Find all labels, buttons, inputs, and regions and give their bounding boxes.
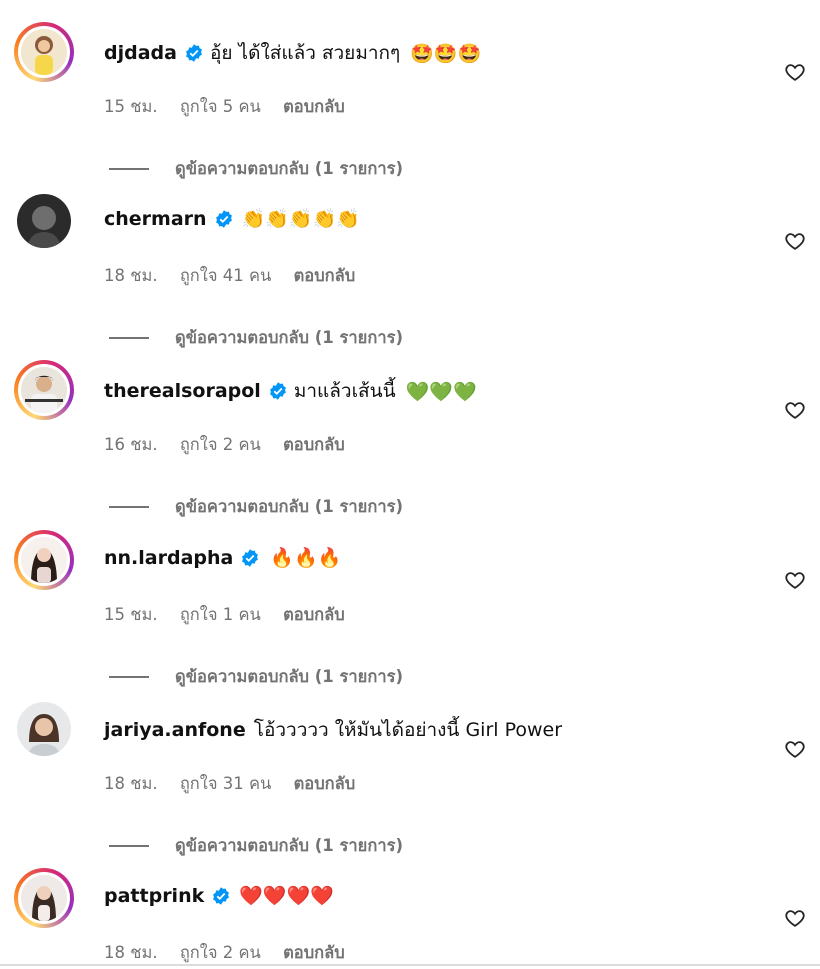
view-replies-label: ดูข้อความตอบกลับ (1 รายการ) [175, 836, 403, 855]
like-count[interactable]: ถูกใจ 1 คน [180, 605, 261, 624]
username[interactable]: therealsorapol [104, 380, 261, 402]
reply-button[interactable]: ตอบกลับ [283, 97, 345, 116]
heart-outline-icon[interactable] [784, 61, 806, 83]
heart-outline-icon[interactable] [784, 399, 806, 421]
comment-emoji: 🤩🤩🤩 [410, 42, 482, 65]
heart-outline-icon[interactable] [784, 569, 806, 591]
timestamp[interactable]: 18 ชม. [104, 266, 158, 285]
divider [109, 168, 149, 170]
like-count[interactable]: ถูกใจ 41 คน [180, 266, 272, 285]
view-replies-label: ดูข้อความตอบกลับ (1 รายการ) [175, 328, 403, 347]
avatar[interactable] [14, 699, 74, 759]
comment-item: jariya.anfone โอ้ววววว ให้มันได้อย่างนี้… [0, 693, 820, 862]
avatar[interactable] [14, 530, 74, 590]
comment-text: มาแล้วเส้นนี้ [293, 380, 396, 402]
username[interactable]: pattprink [104, 885, 204, 907]
username[interactable]: chermarn [104, 208, 207, 230]
like-count[interactable]: ถูกใจ 31 คน [180, 774, 272, 793]
timestamp[interactable]: 18 ชม. [104, 774, 158, 793]
heart-outline-icon[interactable] [784, 907, 806, 929]
heart-outline-icon[interactable] [784, 738, 806, 760]
like-count[interactable]: ถูกใจ 5 คน [180, 97, 261, 116]
heart-outline-icon[interactable] [784, 230, 806, 252]
reply-button[interactable]: ตอบกลับ [283, 943, 345, 962]
timestamp[interactable]: 16 ชม. [104, 435, 158, 454]
username[interactable]: jariya.anfone [104, 719, 246, 741]
reply-button[interactable]: ตอบกลับ [294, 266, 356, 285]
like-count[interactable]: ถูกใจ 2 คน [180, 943, 261, 962]
divider [109, 506, 149, 508]
divider [109, 845, 149, 847]
reply-button[interactable]: ตอบกลับ [283, 435, 345, 454]
timestamp[interactable]: 18 ชม. [104, 943, 158, 962]
view-replies-label: ดูข้อความตอบกลับ (1 รายการ) [175, 159, 403, 178]
comment-emoji: ❤️❤️❤️❤️ [239, 885, 334, 907]
view-replies-button[interactable]: ดูข้อความตอบกลับ (1 รายการ) [109, 833, 403, 859]
username[interactable]: nn.lardapha [104, 547, 233, 569]
like-count[interactable]: ถูกใจ 2 คน [180, 435, 261, 454]
verified-badge-icon [184, 43, 204, 63]
bottom-divider [0, 964, 820, 966]
comment-emoji: 👏👏👏👏👏 [241, 208, 360, 230]
view-replies-label: ดูข้อความตอบกลับ (1 รายการ) [175, 497, 403, 516]
comment-item: pattprink ❤️❤️❤️❤️ 18 ชม. ถูกใจ 2 คน ตอบ… [0, 862, 820, 969]
timestamp[interactable]: 15 ชม. [104, 97, 158, 116]
avatar[interactable] [14, 360, 74, 420]
avatar[interactable] [14, 868, 74, 928]
view-replies-button[interactable]: ดูข้อความตอบกลับ (1 รายการ) [109, 156, 403, 182]
comment-emoji: 💚💚💚 [405, 380, 477, 403]
avatar[interactable] [14, 191, 74, 251]
comment-item: djdada อุ้ย ได้ใส่แล้ว สวยมากๆ 🤩🤩🤩 15 ชม… [0, 16, 820, 185]
timestamp[interactable]: 15 ชม. [104, 605, 158, 624]
comment-item: therealsorapol มาแล้วเส้นนี้ 💚💚💚 16 ชม. … [0, 354, 820, 523]
view-replies-label: ดูข้อความตอบกลับ (1 รายการ) [175, 667, 403, 686]
verified-badge-icon [214, 209, 234, 229]
reply-button[interactable]: ตอบกลับ [294, 774, 356, 793]
comment-item: chermarn 👏👏👏👏👏 18 ชม. ถูกใจ 41 คน ตอบกลั… [0, 185, 820, 354]
avatar[interactable] [14, 22, 74, 82]
verified-badge-icon [211, 886, 231, 906]
view-replies-button[interactable]: ดูข้อความตอบกลับ (1 รายการ) [109, 494, 403, 520]
verified-badge-icon [268, 381, 288, 401]
username[interactable]: djdada [104, 42, 177, 64]
comment-emoji: 🔥🔥🔥 [270, 547, 342, 569]
verified-badge-icon [240, 548, 260, 568]
view-replies-button[interactable]: ดูข้อความตอบกลับ (1 รายการ) [109, 325, 403, 351]
view-replies-button[interactable]: ดูข้อความตอบกลับ (1 รายการ) [109, 664, 403, 690]
reply-button[interactable]: ตอบกลับ [283, 605, 345, 624]
divider [109, 337, 149, 339]
comment-text: โอ้ววววว ให้มันได้อย่างนี้ Girl Power [253, 719, 563, 741]
comment-item: nn.lardapha 🔥🔥🔥 15 ชม. ถูกใจ 1 คน ตอบกลั… [0, 524, 820, 693]
divider [109, 676, 149, 678]
comment-text: อุ้ย ได้ใส่แล้ว สวยมากๆ [209, 42, 401, 64]
